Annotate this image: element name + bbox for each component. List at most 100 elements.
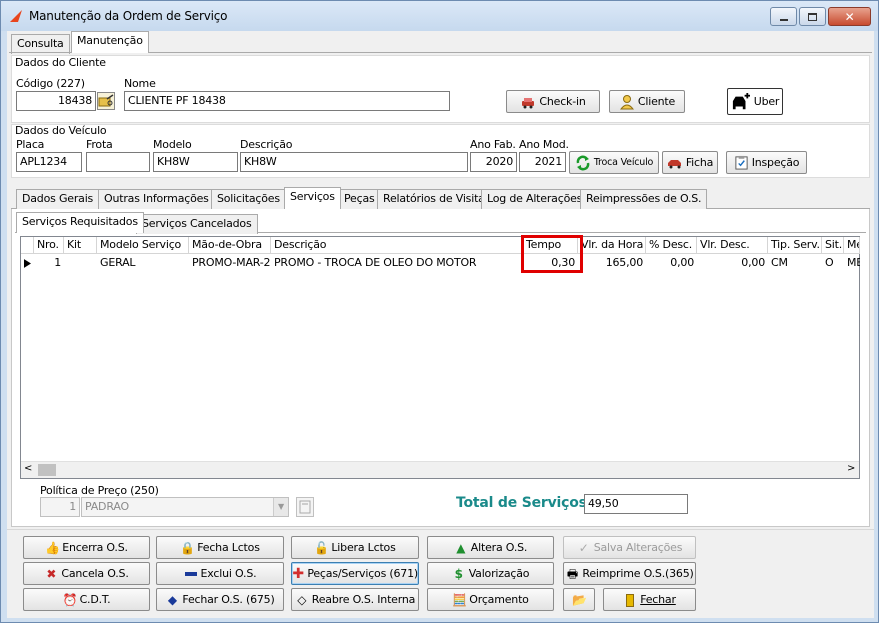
frota-field[interactable] xyxy=(86,152,150,172)
cell-me: ME xyxy=(847,256,860,269)
cell-tip-serv: CM xyxy=(771,256,788,269)
scroll-thumb[interactable] xyxy=(38,464,56,476)
ficha-label: Ficha xyxy=(685,156,714,169)
veiculo-group-title: Dados do Veículo xyxy=(15,124,107,137)
exclui-os-label: Exclui O.S. xyxy=(200,567,257,580)
grid-header-nro[interactable]: Nro. xyxy=(34,237,64,254)
tab-servicos-cancelados[interactable]: Serviços Cancelados xyxy=(136,214,258,234)
fechar-button[interactable]: Fechar xyxy=(603,588,696,611)
valorizacao-button[interactable]: $ Valorização xyxy=(427,562,554,585)
cell-mao-de-obra: PROMO-MAR-2 xyxy=(192,256,271,269)
modelo-field[interactable]: KH8W xyxy=(153,152,238,172)
car-checkin-icon xyxy=(522,97,535,108)
cell-pct-desc: 0,00 xyxy=(670,256,694,269)
troca-veiculo-button[interactable]: Troca Veículo xyxy=(569,151,659,174)
encerra-os-label: Encerra O.S. xyxy=(62,541,128,554)
tab-solicitacoes[interactable]: Solicitações xyxy=(211,189,286,209)
codigo-field[interactable]: 18438 xyxy=(16,91,96,111)
placa-label: Placa xyxy=(16,138,45,151)
calculator-money-icon: 🧮 xyxy=(452,592,468,607)
nome-label: Nome xyxy=(124,77,156,90)
nome-field[interactable]: CLIENTE PF 18438 xyxy=(124,91,450,111)
minus-icon xyxy=(184,567,198,581)
grid-header-vlr-desc[interactable]: Vlr. Desc. xyxy=(697,237,768,254)
cancela-os-button[interactable]: ✖ Cancela O.S. xyxy=(23,562,150,585)
grid-header-modelo-servico[interactable]: Modelo Serviço xyxy=(97,237,189,254)
tab-manutencao[interactable]: Manutenção xyxy=(71,31,149,53)
grid-header-sit[interactable]: Sit. xyxy=(822,237,844,254)
pecas-servicos-button[interactable]: ✚ Peças/Serviços (671) xyxy=(291,562,419,585)
altera-os-label: Altera O.S. xyxy=(470,541,528,554)
reimprime-os-button[interactable]: 🖶 Reimprime O.S.(365) xyxy=(563,562,696,585)
maximize-button[interactable] xyxy=(799,7,826,26)
fechar-os-label: Fechar O.S. (675) xyxy=(182,593,275,606)
tab-outras-informacoes[interactable]: Outras Informações xyxy=(98,189,215,209)
ficha-button[interactable]: Ficha xyxy=(662,151,718,174)
folder-icon: 📂 xyxy=(572,592,587,607)
cliente-button-label: Cliente xyxy=(637,95,676,108)
person-icon xyxy=(619,94,634,109)
uber-button[interactable]: Uber xyxy=(727,88,783,115)
orcamento-button[interactable]: 🧮 Orçamento xyxy=(427,588,554,611)
horizontal-scrollbar[interactable]: < > xyxy=(21,461,859,478)
tab-reimpressoes[interactable]: Reimpressões de O.S. xyxy=(580,189,708,209)
scroll-right-icon[interactable]: > xyxy=(847,463,855,474)
politica-label: Política de Preço (250) xyxy=(40,484,159,497)
grid-header-kit[interactable]: Kit xyxy=(64,237,97,254)
tab-relatorios-visita[interactable]: Relatórios de Visita xyxy=(377,189,491,209)
cliente-button[interactable]: Cliente xyxy=(609,90,685,113)
close-button[interactable]: ✕ xyxy=(828,7,871,26)
grid-header-mao-de-obra[interactable]: Mão-de-Obra xyxy=(189,237,271,254)
app-logo-icon xyxy=(10,10,22,22)
placa-field[interactable]: APL1234 xyxy=(16,152,82,172)
cell-vlr-hora: 165,00 xyxy=(605,256,643,269)
checkin-button[interactable]: Check-in xyxy=(506,90,600,113)
grid-header-vlr-hora[interactable]: Vlr. da Hora xyxy=(578,237,646,254)
tab-consulta[interactable]: Consulta xyxy=(11,34,70,54)
grid-header-pct-desc[interactable]: % Desc. xyxy=(646,237,697,254)
grid-header-descricao[interactable]: Descrição xyxy=(271,237,523,254)
inspecao-label: Inspeção xyxy=(751,156,800,169)
open-folder-button[interactable]: 📂 xyxy=(563,588,595,611)
servicos-grid[interactable]: Nro. Kit Modelo Serviço Mão-de-Obra Desc… xyxy=(20,235,860,479)
uber-label: Uber xyxy=(753,95,780,108)
alarm-clock-icon: ⏰ xyxy=(62,592,78,607)
cdt-button[interactable]: ⏰ C.D.T. xyxy=(23,588,150,611)
frota-label: Frota xyxy=(86,138,113,151)
inspecao-button[interactable]: Inspeção xyxy=(726,151,807,174)
reabre-os-interna-button[interactable]: ◇ Reabre O.S. Interna xyxy=(291,588,419,611)
search-client-button[interactable] xyxy=(97,92,115,110)
clipboard-check-icon xyxy=(735,155,748,170)
tab-servicos[interactable]: Serviços xyxy=(284,187,341,209)
scroll-left-icon[interactable]: < xyxy=(24,463,32,474)
tab-dados-gerais[interactable]: Dados Gerais xyxy=(16,189,100,209)
total-servicos-field: 49,50 xyxy=(584,494,688,514)
cell-vlr-desc: 0,00 xyxy=(741,256,765,269)
car-icon xyxy=(667,159,681,168)
cancel-x-icon: ✖ xyxy=(46,566,57,581)
checkin-label: Check-in xyxy=(539,95,586,108)
tab-log-alteracoes[interactable]: Log de Alterações xyxy=(481,189,589,209)
ano-mod-field[interactable]: 2021 xyxy=(519,152,566,172)
cancela-os-label: Cancela O.S. xyxy=(61,567,129,580)
main-window: Manutenção da Ordem de Serviço ✕ Consult… xyxy=(0,0,879,623)
encerra-os-button[interactable]: 👍 Encerra O.S. xyxy=(23,536,150,559)
grid-header-me[interactable]: Me xyxy=(844,237,860,254)
printer-icon: 🖶 xyxy=(566,566,578,581)
calculator-icon xyxy=(299,500,311,514)
minimize-button[interactable] xyxy=(770,7,797,26)
tab-servicos-requisitados[interactable]: Serviços Requisitados xyxy=(16,212,144,233)
tab-pecas[interactable]: Peças xyxy=(338,189,381,209)
fechar-os-button[interactable]: ◆ Fechar O.S. (675) xyxy=(156,588,284,611)
fecha-lctos-button[interactable]: 🔒 Fecha Lctos xyxy=(156,536,284,559)
tempo-highlight-box xyxy=(521,235,583,273)
ano-fab-field[interactable]: 2020 xyxy=(470,152,517,172)
altera-os-button[interactable]: ▲ Altera O.S. xyxy=(427,536,554,559)
descricao-veiculo-field[interactable]: KH8W xyxy=(240,152,468,172)
exclui-os-button[interactable]: Exclui O.S. xyxy=(156,562,284,585)
reimprime-os-label: Reimprime O.S.(365) xyxy=(582,567,694,580)
cell-sit: O xyxy=(825,256,834,269)
checkmark-icon: ✓ xyxy=(578,540,589,555)
grid-header-tip-serv[interactable]: Tip. Serv. xyxy=(768,237,822,254)
libera-lctos-button[interactable]: 🔓 Libera Lctos xyxy=(291,536,419,559)
